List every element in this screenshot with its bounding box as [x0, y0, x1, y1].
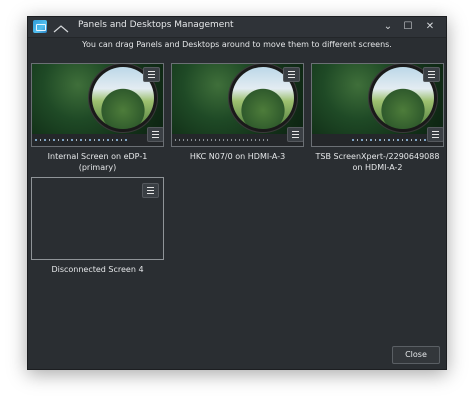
- panel-preview[interactable]: [312, 134, 443, 146]
- hamburger-menu-icon: [432, 131, 439, 138]
- maximize-icon: ☐: [403, 21, 413, 32]
- hamburger-menu-icon: [147, 187, 154, 194]
- app-icon: [33, 20, 47, 33]
- panel-preview[interactable]: [32, 134, 163, 146]
- hamburger-menu-icon: [288, 71, 295, 78]
- panel-menu-button[interactable]: [147, 127, 163, 142]
- screen-label: TSB ScreenXpert-/2290649088 on HDMI-A-2: [315, 152, 440, 172]
- panel-preview[interactable]: [172, 134, 303, 146]
- hamburger-menu-icon: [148, 71, 155, 78]
- desktop-menu-button[interactable]: [142, 183, 159, 198]
- maximize-button[interactable]: ☐: [401, 20, 415, 34]
- hamburger-menu-icon: [292, 131, 299, 138]
- desktop-menu-button[interactable]: [423, 67, 440, 82]
- minimize-button[interactable]: ⌄: [381, 20, 395, 34]
- title-bar[interactable]: Panels and Desktops Management ⌄ ☐ ✕: [28, 17, 446, 38]
- window-title: Panels and Desktops Management: [78, 20, 234, 30]
- desktop-menu-button[interactable]: [143, 67, 160, 82]
- close-icon: ✕: [425, 21, 435, 32]
- screen-preview-hdmi-a-2[interactable]: [311, 63, 444, 147]
- panels-desktops-window: Panels and Desktops Management ⌄ ☐ ✕ You…: [27, 16, 447, 370]
- panel-menu-button[interactable]: [427, 127, 443, 142]
- hamburger-menu-icon: [428, 71, 435, 78]
- screen-label: Disconnected Screen 4: [51, 265, 144, 274]
- screen-preview-edp-1[interactable]: [31, 63, 164, 147]
- drag-hint-text: You can drag Panels and Desktops around …: [82, 40, 392, 49]
- screen-label: HKC N07/0 on HDMI-A-3: [189, 152, 286, 161]
- close-button[interactable]: Close: [392, 346, 440, 364]
- hamburger-menu-icon: [152, 131, 159, 138]
- panel-menu-button[interactable]: [287, 127, 303, 142]
- screen-preview-hdmi-a-3[interactable]: [171, 63, 304, 147]
- chevron-down-icon: ⌄: [383, 21, 393, 32]
- close-window-button[interactable]: ✕: [423, 20, 437, 34]
- keep-above-icon[interactable]: [53, 20, 69, 33]
- screen-label: Internal Screen on eDP-1 (primary): [47, 152, 148, 172]
- desktop-menu-button[interactable]: [283, 67, 300, 82]
- screen-preview-disconnected[interactable]: [31, 177, 164, 260]
